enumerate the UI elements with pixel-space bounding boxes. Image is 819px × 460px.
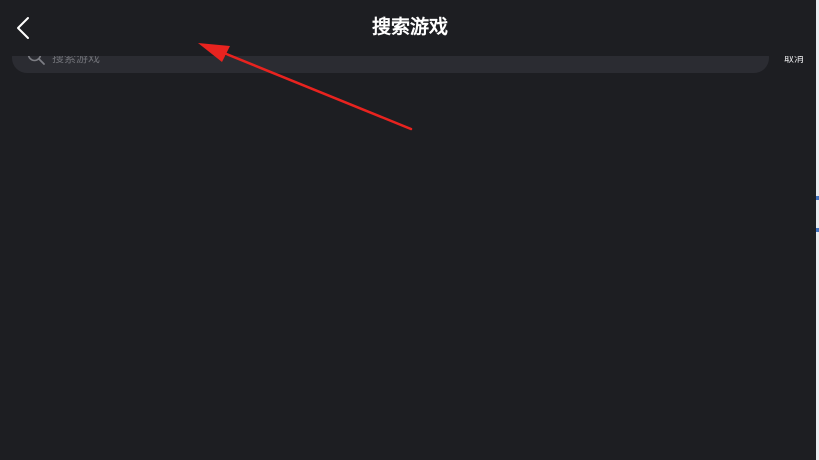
nav-bar: 搜索游戏 (0, 0, 816, 56)
game-search-screen: 取消 搜索游戏 (0, 0, 819, 460)
page-title: 搜索游戏 (371, 16, 448, 38)
back-button[interactable] (8, 8, 42, 48)
chevron-left-icon (17, 17, 29, 39)
